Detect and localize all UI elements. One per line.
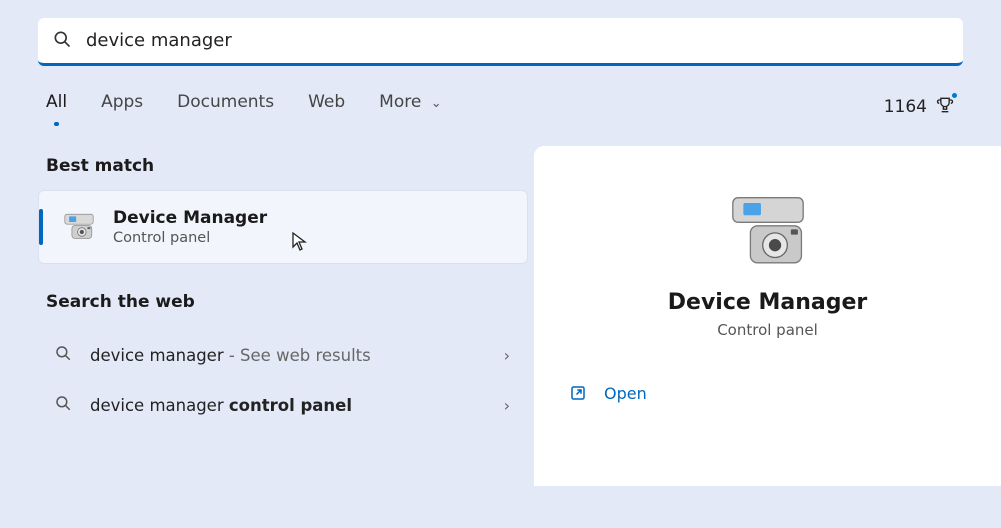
filter-tabs: All Apps Documents Web More ⌄ 1164 [0, 66, 1001, 122]
search-icon [54, 394, 72, 416]
open-icon [568, 383, 588, 403]
open-action[interactable]: Open [568, 383, 647, 403]
chevron-down-icon: ⌄ [431, 96, 442, 111]
web-result-text: device manager - See web results [90, 346, 371, 365]
open-label: Open [604, 384, 647, 403]
best-match-heading: Best match [38, 146, 528, 190]
tab-web[interactable]: Web [308, 92, 345, 122]
device-manager-icon [59, 207, 99, 247]
search-icon [54, 344, 72, 366]
search-icon [52, 29, 72, 53]
search-input[interactable] [86, 30, 949, 51]
chevron-right-icon: › [504, 396, 510, 415]
search-web-heading: Search the web [38, 282, 528, 326]
result-subtitle: Control panel [113, 230, 267, 246]
trophy-icon [935, 95, 955, 120]
tab-documents[interactable]: Documents [177, 92, 274, 122]
search-box[interactable] [38, 18, 963, 66]
result-title: Device Manager [113, 208, 267, 228]
preview-subtitle: Control panel [717, 321, 818, 339]
rewards-points[interactable]: 1164 [884, 95, 955, 120]
web-result-text: device manager control panel [90, 396, 352, 415]
best-match-result[interactable]: Device Manager Control panel [38, 190, 528, 264]
points-value: 1164 [884, 97, 927, 117]
preview-title: Device Manager [668, 290, 867, 315]
web-result[interactable]: device manager control panel › [38, 380, 528, 430]
tab-all[interactable]: All [46, 92, 67, 122]
preview-panel: Device Manager Control panel Open [534, 146, 1001, 486]
tab-apps[interactable]: Apps [101, 92, 143, 122]
cursor-icon [291, 231, 309, 257]
device-manager-icon [724, 192, 812, 272]
tab-more[interactable]: More ⌄ [379, 92, 441, 122]
chevron-right-icon: › [504, 346, 510, 365]
web-result[interactable]: device manager - See web results › [38, 330, 528, 380]
